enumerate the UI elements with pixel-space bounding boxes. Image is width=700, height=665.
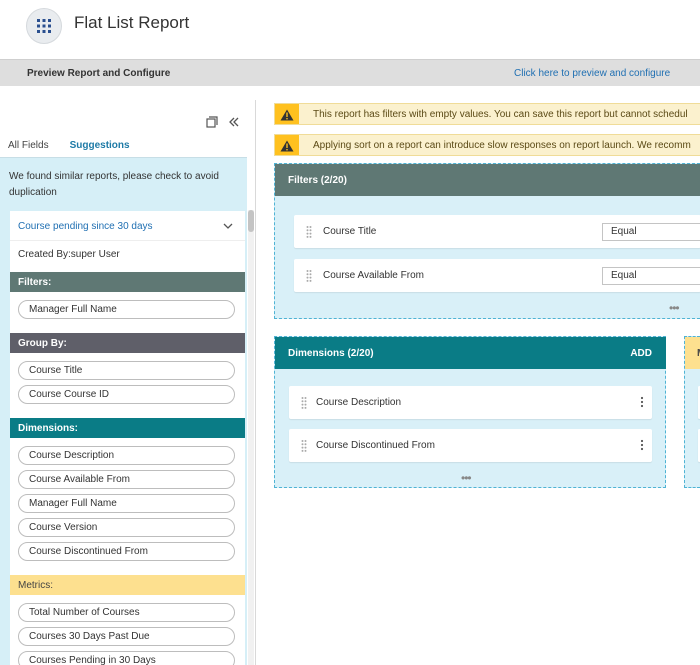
filter-field-label: Course Title: [323, 226, 377, 237]
dimension-row[interactable]: Course Discontinued From: [289, 429, 652, 462]
warning-text: Applying sort on a report can introduce …: [313, 140, 691, 151]
dimension-row[interactable]: Course Description: [289, 386, 652, 419]
dimension-chip[interactable]: Course Available From: [18, 470, 235, 489]
dimension-chip[interactable]: Manager Full Name: [18, 494, 235, 513]
dimensions-box: Dimensions (2/20) ADD Course Description…: [274, 336, 666, 488]
metrics-header: M: [685, 337, 700, 369]
kebab-menu-icon[interactable]: [640, 438, 644, 452]
suggested-report-title[interactable]: Course pending since 30 days: [18, 221, 153, 232]
more-icon[interactable]: •••: [461, 471, 472, 485]
drag-handle-icon[interactable]: [306, 225, 312, 239]
dimension-chip[interactable]: Course Description: [18, 446, 235, 465]
metric-chip[interactable]: Courses Pending in 30 Days: [18, 651, 235, 665]
metric-chip[interactable]: Total Number of Courses: [18, 603, 235, 622]
scrollbar-thumb[interactable]: [248, 210, 254, 232]
created-by: Created By:super User: [18, 249, 120, 260]
section-dimensions: Dimensions:: [10, 418, 245, 438]
app-header: Flat List Report: [0, 0, 700, 58]
dimensions-title: Dimensions (2/20): [288, 348, 374, 359]
drag-handle-icon[interactable]: [301, 439, 307, 453]
warning-icon: [275, 104, 299, 124]
section-metrics: Metrics:: [10, 575, 245, 595]
section-filters: Filters:: [10, 272, 245, 292]
preview-bar: Preview Report and Configure Click here …: [0, 59, 700, 86]
group-by-chip[interactable]: Course Title: [18, 361, 235, 380]
panel-tools: [205, 115, 241, 129]
fields-panel: All Fields Suggestions We found similar …: [0, 100, 256, 665]
group-by-chip[interactable]: Course Course ID: [18, 385, 235, 404]
scrollbar-track[interactable]: [248, 210, 254, 665]
preview-label: Preview Report and Configure: [27, 68, 171, 79]
filter-row[interactable]: Course Available From Equal: [294, 259, 700, 292]
chevron-down-icon[interactable]: [223, 221, 233, 231]
filter-field-label: Course Available From: [323, 270, 424, 281]
tab-all-fields[interactable]: All Fields: [8, 139, 49, 159]
popout-icon[interactable]: [205, 115, 219, 129]
dimension-chip[interactable]: Course Discontinued From: [18, 542, 235, 561]
warning-banner: This report has filters with empty value…: [274, 103, 700, 125]
kebab-menu-icon[interactable]: [640, 395, 644, 409]
metrics-box: M: [684, 336, 700, 488]
filters-header: Filters (2/20): [275, 164, 700, 196]
page-title: Flat List Report: [74, 13, 190, 32]
warning-text: This report has filters with empty value…: [313, 109, 688, 120]
drag-handle-icon[interactable]: [301, 396, 307, 410]
filters-title: Filters (2/20): [288, 175, 347, 186]
preview-configure-link[interactable]: Click here to preview and configure: [514, 68, 670, 79]
more-icon[interactable]: •••: [669, 301, 680, 315]
filter-operator-select[interactable]: Equal: [602, 267, 700, 285]
tab-suggestions[interactable]: Suggestions: [62, 139, 137, 159]
dimension-field-label: Course Description: [316, 397, 402, 408]
panel-tabs: All Fields Suggestions: [8, 139, 151, 159]
section-group-by: Group By:: [10, 333, 245, 353]
warning-banner: Applying sort on a report can introduce …: [274, 134, 700, 156]
filter-row[interactable]: Course Title Equal: [294, 215, 700, 248]
card-header[interactable]: Course pending since 30 days: [10, 211, 245, 241]
grid-icon: [26, 8, 62, 44]
filters-box: Filters (2/20) Course Title Equal Course…: [274, 163, 700, 319]
filter-chip[interactable]: Manager Full Name: [18, 300, 235, 319]
metric-chip[interactable]: Courses 30 Days Past Due: [18, 627, 235, 646]
suggestions-note: We found similar reports, please check t…: [9, 171, 219, 198]
drag-handle-icon[interactable]: [306, 269, 312, 283]
suggested-report-card: Course pending since 30 days Created By:…: [10, 211, 245, 665]
collapse-double-chevron-icon[interactable]: [227, 115, 241, 129]
dimension-field-label: Course Discontinued From: [316, 440, 435, 451]
dimensions-header: Dimensions (2/20) ADD: [275, 337, 666, 369]
dimension-chip[interactable]: Course Version: [18, 518, 235, 537]
add-dimension-button[interactable]: ADD: [630, 348, 652, 359]
warning-icon: [275, 135, 299, 155]
filter-operator-select[interactable]: Equal: [602, 223, 700, 241]
